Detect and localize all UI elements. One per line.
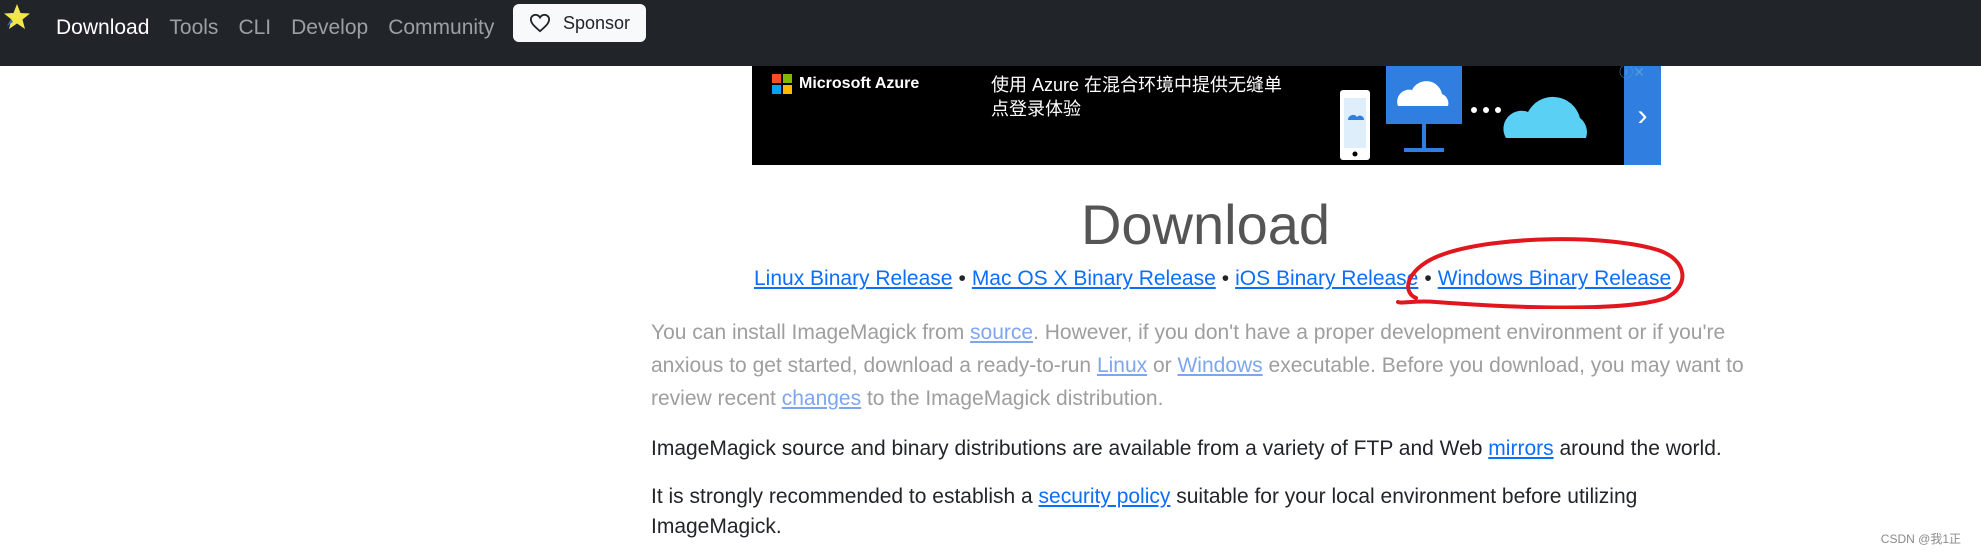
cloud-devices-illustration	[1340, 66, 1587, 160]
intro-text: You can install ImageMagick from	[651, 321, 971, 344]
intro-text: or	[1147, 354, 1178, 377]
microsoft-logo-icon	[772, 74, 792, 94]
intro-paragraph: You can install ImageMagick from source.…	[651, 316, 1761, 415]
ios-release-link[interactable]: iOS Binary Release	[1235, 267, 1418, 290]
ad-text: 使用 Azure 在混合环境中提供无缝单点登录体验	[991, 75, 1283, 119]
nav-links: Download Tools CLI Develop Community	[56, 0, 514, 55]
mirrors-link[interactable]: mirrors	[1488, 437, 1553, 460]
red-annotation-circle	[1396, 237, 1685, 309]
nav-item-develop[interactable]: Develop	[291, 16, 368, 40]
heart-outline-icon	[529, 13, 550, 33]
ad-choices-icon[interactable]: ⓘ✕	[1619, 66, 1645, 82]
ad-banner[interactable]: Microsoft Azure 使用 Azure 在混合环境中提供无缝单点登录体…	[752, 66, 1661, 165]
watermark: CSDN @我1正	[1880, 532, 1961, 546]
sponsor-button[interactable]: Sponsor	[513, 4, 646, 42]
security-paragraph: It is strongly recommended to establish …	[651, 482, 1761, 542]
intro-text: to the ImageMagick distribution.	[861, 387, 1164, 410]
nav-item-download[interactable]: Download	[56, 16, 149, 40]
security-policy-link[interactable]: security policy	[1039, 485, 1171, 508]
nav-item-cli[interactable]: CLI	[238, 16, 271, 40]
linux-link[interactable]: Linux	[1097, 354, 1147, 377]
security-text: It is strongly recommended to establish …	[651, 485, 1039, 508]
top-navbar: Download Tools CLI Develop Community Spo…	[0, 0, 1981, 66]
separator: •	[958, 267, 966, 290]
mirrors-text: around the world.	[1553, 437, 1722, 460]
linux-release-link[interactable]: Linux Binary Release	[754, 267, 952, 290]
mirrors-paragraph: ImageMagick source and binary distributi…	[651, 432, 1761, 465]
windows-link[interactable]: Windows	[1177, 354, 1262, 377]
chevron-right-icon: ›	[1637, 98, 1648, 132]
separator: •	[1221, 267, 1230, 290]
changes-link[interactable]: changes	[782, 387, 861, 410]
mac-release-link[interactable]: Mac OS X Binary Release	[972, 267, 1216, 290]
star-logo-icon[interactable]	[2, 2, 32, 32]
nav-item-community[interactable]: Community	[388, 16, 494, 40]
sponsor-label: Sponsor	[562, 12, 631, 33]
mirrors-text: ImageMagick source and binary distributi…	[651, 437, 1489, 460]
source-link[interactable]: source	[970, 321, 1033, 344]
ad-brand-logo: Microsoft Azure	[772, 74, 919, 94]
nav-item-tools[interactable]: Tools	[169, 16, 218, 40]
ad-brand-name: Microsoft Azure	[799, 75, 920, 92]
